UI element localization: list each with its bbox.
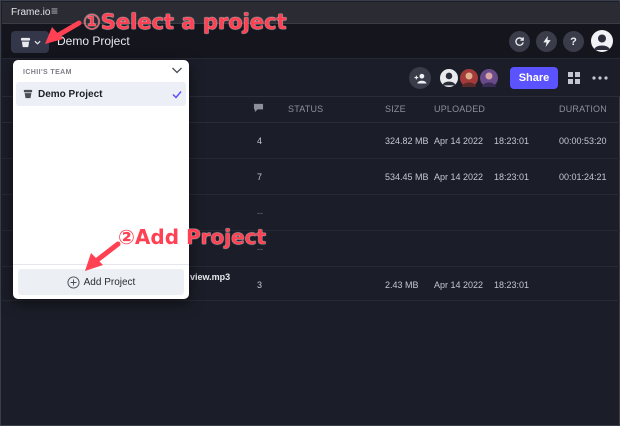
file-size: 2.43 MB: [385, 280, 419, 290]
plus-circle-icon: [67, 275, 80, 289]
project-switcher-button[interactable]: [11, 31, 49, 53]
upload-date: Apr 14 2022: [434, 172, 484, 182]
project-title: Demo Project: [57, 34, 130, 48]
upload-time: 18:23:01: [494, 280, 530, 290]
upload-time: 18:23:01: [494, 136, 530, 146]
duration: 00:01:24:21: [559, 172, 607, 182]
chevron-down-icon: [33, 40, 41, 45]
comment-count: 4: [257, 136, 263, 146]
user-icon: [594, 34, 610, 50]
duration: 00:00:53:20: [559, 136, 607, 146]
project-icon: [23, 89, 33, 99]
invite-user-button[interactable]: [409, 67, 431, 89]
team-label: ICHII'S TEAM: [23, 69, 72, 76]
annotation-add-project: ②Add Project: [118, 225, 267, 249]
project-item-demo[interactable]: Demo Project: [16, 82, 186, 106]
dropdown-footer: Add Project: [13, 264, 189, 299]
integrations-button[interactable]: [536, 31, 557, 52]
comment-count: 7: [257, 172, 263, 182]
collaborator-avatar[interactable]: [438, 67, 460, 89]
file-size: 324.82 MB: [385, 136, 429, 146]
collaborator-avatar[interactable]: [458, 67, 480, 89]
user-icon: [442, 72, 456, 86]
add-user-icon: [414, 73, 426, 84]
size-column-header[interactable]: SIZE: [385, 104, 406, 114]
file-size: 534.45 MB: [385, 172, 429, 182]
refresh-button[interactable]: [509, 31, 530, 52]
duration-column-header[interactable]: DURATION: [559, 104, 607, 114]
status-column-header[interactable]: STATUS: [288, 104, 323, 114]
comment-icon[interactable]: [253, 103, 264, 113]
project-icon: [20, 37, 30, 47]
project-item-label: Demo Project: [38, 89, 103, 100]
add-project-label: Add Project: [83, 276, 136, 288]
comment-count: 3: [257, 280, 263, 290]
uploaded-column-header[interactable]: UPLOADED: [434, 104, 485, 114]
user-avatar[interactable]: [591, 30, 613, 52]
grid-view-icon[interactable]: [568, 72, 580, 84]
collaborator-avatar[interactable]: [478, 67, 500, 89]
help-icon: ?: [570, 35, 577, 48]
share-button[interactable]: Share: [510, 67, 558, 89]
comment-count: --: [257, 208, 263, 218]
upload-date: Apr 14 2022: [434, 280, 484, 290]
upload-time: 18:23:01: [494, 172, 530, 182]
more-options-icon[interactable]: [592, 76, 608, 80]
app-window: Frame.io ≡ Demo Project ? Share STATUS S…: [0, 0, 620, 426]
refresh-icon: [515, 37, 524, 46]
avatar-photo-icon: [462, 72, 476, 87]
help-button[interactable]: ?: [563, 31, 584, 52]
upload-date: Apr 14 2022: [434, 136, 484, 146]
lightning-icon: [542, 36, 551, 47]
add-project-button[interactable]: Add Project: [18, 269, 184, 295]
annotation-select-project: ①Select a project: [83, 10, 287, 34]
checkmark-icon: [172, 91, 182, 99]
file-name: view.mp3: [190, 272, 231, 282]
hamburger-icon[interactable]: ≡: [51, 4, 58, 18]
avatar-photo-icon: [482, 72, 496, 87]
project-dropdown: ICHII'S TEAM Demo Project Add Project: [13, 60, 189, 299]
chevron-down-icon[interactable]: [171, 65, 183, 75]
app-title: Frame.io: [11, 7, 51, 18]
